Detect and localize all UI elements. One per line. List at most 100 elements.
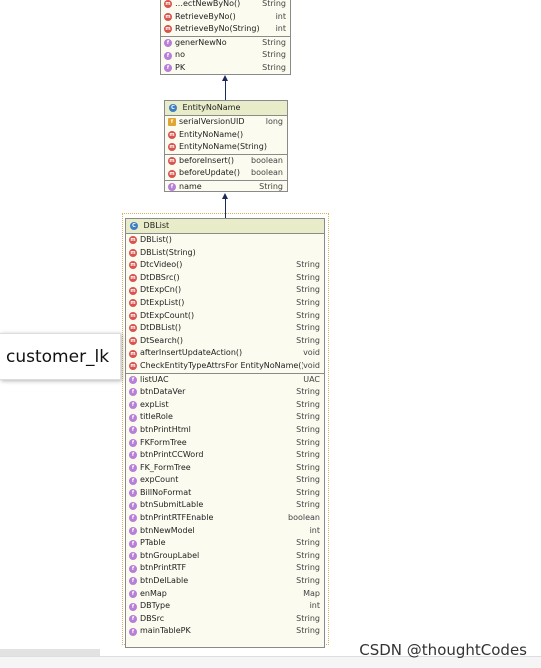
member-row[interactable]: m DtDBSrc() String	[126, 272, 324, 285]
member-row[interactable]: f listUAC UAC	[126, 374, 324, 387]
member-row[interactable]: m RetrieveByNo() int	[161, 11, 290, 24]
field-icon: f	[164, 51, 172, 60]
class-icon: C	[130, 221, 138, 230]
entitynoname-methods: m beforeInsert() boolean m beforeUpdate() boo…	[165, 155, 287, 181]
member-row[interactable]: m EntityNoName(String)	[165, 141, 287, 154]
member-row[interactable]: f BillNoFormat String	[126, 487, 324, 500]
method-icon: m	[129, 324, 137, 333]
member-row[interactable]: f FK_FormTree String	[126, 462, 324, 475]
field-icon: f	[129, 564, 137, 573]
method-icon: m	[129, 349, 137, 358]
member-row[interactable]: m beforeInsert() boolean	[165, 155, 287, 168]
member-row[interactable]: f btnPrintCCWord String	[126, 449, 324, 462]
member-type: String	[262, 50, 286, 60]
member-row[interactable]: f titleRole String	[126, 411, 324, 424]
member-name: EntityNoName(String)	[179, 142, 267, 152]
member-row[interactable]: f name String	[165, 181, 287, 194]
member-name: no	[175, 50, 185, 60]
member-name: btnSubmitLable	[140, 500, 204, 510]
member-type: String	[262, 62, 286, 72]
member-row[interactable]: f expList String	[126, 399, 324, 412]
member-row[interactable]: f PK String	[161, 62, 290, 75]
member-row[interactable]: m DtSearch() String	[126, 335, 324, 348]
member-row[interactable]: f expCount String	[126, 474, 324, 487]
dblist-title: DBList	[143, 221, 170, 230]
dblist-header: C DBList	[126, 219, 324, 234]
dblist-class-box[interactable]: C DBList m DBList() m DBList(String) m DtcVid…	[125, 218, 325, 648]
member-row[interactable]: m DBList(String)	[126, 247, 324, 260]
member-name: DtExpList()	[140, 297, 185, 307]
entitynoname-class-box[interactable]: C EntityNoName f serialVersionUID long m Ent…	[164, 100, 288, 192]
member-name: beforeUpdate()	[179, 168, 240, 178]
member-type: String	[296, 272, 320, 282]
member-row[interactable]: f generNewNo String	[161, 37, 290, 50]
member-row[interactable]: f PTable String	[126, 537, 324, 550]
member-type: String	[296, 424, 320, 434]
member-type: void	[303, 360, 320, 370]
member-row[interactable]: f btnGroupLabel String	[126, 550, 324, 563]
member-row[interactable]: m CheckEntityTypeAttrsFor EntityNoName() v…	[126, 360, 324, 373]
member-row[interactable]: f DBType int	[126, 600, 324, 613]
method-icon: m	[164, 0, 172, 9]
member-row[interactable]: m RetrieveByNo(String) int	[161, 23, 290, 36]
member-row[interactable]: m DBList()	[126, 234, 324, 247]
member-name: btnDelLable	[140, 576, 189, 586]
member-row[interactable]: f serialVersionUID long	[165, 116, 287, 129]
member-name: DtDBList()	[140, 323, 182, 333]
member-row[interactable]: m DtExpCount() String	[126, 310, 324, 323]
member-type: String	[296, 538, 320, 548]
member-type: int	[275, 24, 286, 34]
member-type: String	[296, 285, 320, 295]
member-row[interactable]: f btnNewModel int	[126, 525, 324, 538]
member-row[interactable]: f btnPrintRTF String	[126, 562, 324, 575]
field-icon: f	[129, 426, 137, 435]
member-name: beforeInsert()	[179, 155, 234, 165]
member-row[interactable]: m beforeUpdate() boolean	[165, 167, 287, 180]
field-icon: f	[129, 577, 137, 586]
member-type: String	[296, 412, 320, 422]
member-type: int	[275, 11, 286, 21]
member-name: btnPrintCCWord	[140, 450, 204, 460]
member-row[interactable]: m afterInsertUpdateAction() void	[126, 347, 324, 360]
field-icon: f	[164, 64, 172, 73]
dblist-fields: f listUAC UAC f btnDataVer String f expList Stri…	[126, 374, 324, 638]
member-row[interactable]: f btnSubmitLable String	[126, 499, 324, 512]
top-class-box[interactable]: m …ectNewByNo() String m RetrieveByNo() int m R…	[160, 0, 291, 75]
member-row[interactable]: f no String	[161, 49, 290, 62]
class-icon: C	[169, 103, 177, 112]
method-icon: m	[164, 25, 172, 34]
member-type: String	[296, 550, 320, 560]
member-row[interactable]: f btnDelLable String	[126, 575, 324, 588]
member-name: DBType	[140, 601, 171, 611]
member-name: BillNoFormat	[140, 487, 192, 497]
member-type: String	[296, 437, 320, 447]
member-row[interactable]: f FKFormTree String	[126, 437, 324, 450]
member-name: DtExpCn()	[140, 285, 182, 295]
member-row[interactable]: f mainTablePK String	[126, 625, 324, 638]
member-row[interactable]: m DtExpCn() String	[126, 284, 324, 297]
member-type: String	[262, 37, 286, 47]
member-name: generNewNo	[175, 37, 227, 47]
member-row[interactable]: m DtExpList() String	[126, 297, 324, 310]
field-icon: f	[129, 514, 137, 523]
member-type: String	[296, 260, 320, 270]
field-icon: f	[129, 627, 137, 636]
member-row[interactable]: f btnPrintHtml String	[126, 424, 324, 437]
field-icon: f	[129, 602, 137, 611]
member-type: Map	[303, 588, 320, 598]
field-icon: f	[129, 388, 137, 397]
member-row[interactable]: m DtcVideo() String	[126, 259, 324, 272]
field-icon: f	[129, 589, 137, 598]
field-icon: f	[129, 489, 137, 498]
member-row[interactable]: m DtDBList() String	[126, 322, 324, 335]
member-row[interactable]: f btnPrintRTFEnable boolean	[126, 512, 324, 525]
member-name: PTable	[140, 538, 166, 548]
field-icon: f	[129, 375, 137, 384]
member-row[interactable]: f enMap Map	[126, 588, 324, 601]
member-row[interactable]: m …ectNewByNo() String	[161, 0, 290, 11]
member-name: afterInsertUpdateAction()	[140, 348, 243, 358]
member-row[interactable]: f DBSrc String	[126, 613, 324, 626]
member-row[interactable]: f btnDataVer String	[126, 386, 324, 399]
member-row[interactable]: m EntityNoName()	[165, 129, 287, 142]
member-name: RetrieveByNo(String)	[175, 24, 260, 34]
